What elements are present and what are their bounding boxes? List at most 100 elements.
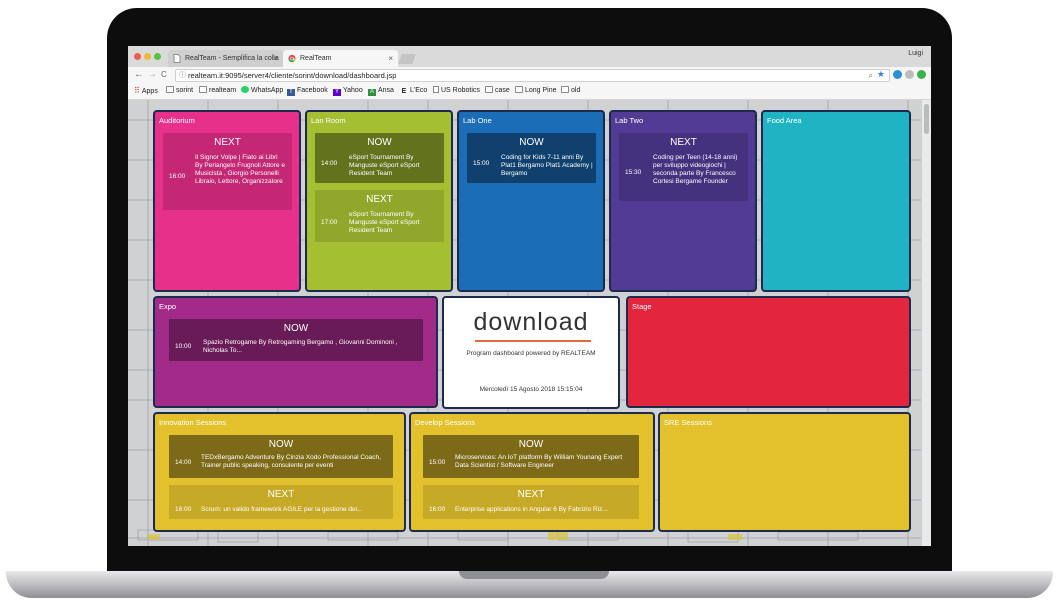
page-scrollbar[interactable] bbox=[921, 100, 931, 546]
new-tab-button[interactable] bbox=[398, 54, 416, 64]
current-datetime: Mercoledì 15 Agosto 2018 15:15:04 bbox=[479, 386, 583, 393]
folder-icon bbox=[485, 86, 493, 93]
session-time: 10:00 bbox=[175, 343, 192, 350]
chrome-icon bbox=[288, 54, 296, 63]
session-title: Microservices: An IoT platform By Willia… bbox=[455, 454, 623, 469]
room-lan-room: Lan Room NOW 14:00 eSport Tournament By … bbox=[305, 110, 453, 292]
session-status: NEXT bbox=[517, 489, 545, 500]
bookmark-facebook[interactable]: f Facebook bbox=[287, 86, 328, 96]
bookmark-label: L'Eco bbox=[410, 87, 428, 94]
bookmark-whatsapp[interactable]: WhatsApp bbox=[241, 86, 283, 96]
session-card[interactable]: NOW 14:00 eSport Tournament By Manguste … bbox=[315, 133, 444, 183]
bookmark-label: realteam bbox=[209, 87, 237, 94]
bookmark-label: old bbox=[571, 87, 581, 94]
bookmark-label: case bbox=[495, 87, 510, 94]
session-title: Coding for Kids 7-11 anni By Plat1 Berga… bbox=[501, 154, 593, 177]
apps-icon: ⠿ bbox=[134, 86, 140, 95]
folder-icon bbox=[561, 86, 569, 93]
close-tab-icon[interactable]: × bbox=[273, 50, 278, 67]
bookmark-old[interactable]: old bbox=[561, 86, 580, 96]
minimize-window-button[interactable] bbox=[144, 53, 151, 60]
bookmark-yahoo[interactable]: Y Yahoo bbox=[333, 86, 363, 96]
bookmark-leco[interactable]: E L'Eco bbox=[400, 86, 428, 96]
bookmark-us-robotics[interactable]: US Robotics bbox=[433, 86, 480, 96]
room-title: Auditorium bbox=[159, 116, 195, 125]
session-title: TEDxBergamo Adventure By Cinzia Xodo Pro… bbox=[201, 454, 381, 469]
room-lab-one: Lab One NOW 15:00 Coding for Kids 7-11 a… bbox=[457, 110, 605, 292]
session-title: Scrum: un valido framework AGILE per la … bbox=[201, 506, 363, 513]
extension-icon[interactable] bbox=[917, 70, 926, 79]
session-card[interactable]: NOW 15:00 Microservices: An IoT platform… bbox=[423, 435, 639, 478]
extension-icon[interactable] bbox=[893, 70, 902, 79]
tab-realteam[interactable]: RealTeam × bbox=[283, 50, 398, 67]
session-title: eSport Tournament By Manguste eSport eSp… bbox=[349, 154, 420, 177]
bookmark-ansa[interactable]: A Ansa bbox=[368, 86, 394, 96]
session-card[interactable]: NOW 14:00 TEDxBergamo Adventure By Cinzi… bbox=[169, 435, 393, 478]
room-stage: Stage bbox=[626, 296, 911, 408]
whatsapp-icon bbox=[241, 86, 249, 93]
session-card[interactable]: NEXT 16:00 Enterprise applications in An… bbox=[423, 485, 639, 519]
room-title: Lab Two bbox=[615, 116, 644, 125]
folder-icon bbox=[515, 86, 523, 93]
scrollbar-thumb[interactable] bbox=[924, 104, 929, 134]
session-card[interactable]: NOW 10:00 Spazio Retrogame By Retrogamin… bbox=[169, 319, 423, 361]
bookmark-label: WhatsApp bbox=[251, 87, 284, 94]
zoom-icon[interactable]: ⌕ bbox=[869, 70, 873, 81]
info-icon[interactable]: ⓘ bbox=[179, 70, 186, 81]
bookmark-star-icon[interactable]: ★ bbox=[877, 69, 885, 80]
room-title: Expo bbox=[159, 302, 177, 311]
bookmark-long-pine[interactable]: Long Pine bbox=[515, 86, 557, 96]
session-title: eSport Tournament By Manguste eSport eSp… bbox=[349, 211, 420, 234]
session-status: NOW bbox=[283, 323, 309, 334]
download-branding-panel: download Program dashboard powered by RE… bbox=[442, 296, 620, 409]
laptop-notch bbox=[459, 571, 609, 579]
room-develop-sessions: Develop Sessions NOW 15:00 Microservices… bbox=[409, 412, 655, 532]
session-status: NEXT bbox=[366, 194, 393, 205]
session-status: NOW bbox=[268, 439, 294, 450]
dashboard-page: Auditorium NEXT 16:00 Il Signor Volpe | … bbox=[128, 100, 931, 546]
room-title: Lab One bbox=[463, 116, 492, 125]
page-icon bbox=[173, 54, 181, 63]
powered-by-caption: Program dashboard powered by REALTEAM bbox=[466, 350, 596, 357]
bookmark-realteam[interactable]: realteam bbox=[199, 86, 236, 96]
address-bar-row: ← → C ⓘ realteam.it:9095/server4/cliente… bbox=[128, 67, 931, 84]
session-status: NEXT bbox=[670, 137, 697, 148]
forward-button[interactable]: → bbox=[147, 69, 157, 81]
bookmark-label: Long Pine bbox=[525, 87, 557, 94]
session-card[interactable]: NEXT 16:00 Il Signor Volpe | Fiato ai Li… bbox=[163, 133, 292, 210]
room-title: SRE Sessions bbox=[664, 418, 712, 427]
page-icon bbox=[433, 86, 439, 93]
tab-bar: RealTeam - Semplifica la colla × RealTea… bbox=[128, 46, 931, 67]
bookmark-sorint[interactable]: sorint bbox=[166, 86, 193, 96]
bookmark-label: Apps bbox=[141, 88, 158, 95]
session-status: NEXT bbox=[267, 489, 295, 500]
url-input[interactable]: ⓘ realteam.it:9095/server4/cliente/sorin… bbox=[175, 69, 890, 82]
session-time: 15:00 bbox=[429, 459, 446, 466]
profile-name[interactable]: Luigi bbox=[908, 50, 923, 57]
close-window-button[interactable] bbox=[134, 53, 141, 60]
maximize-window-button[interactable] bbox=[154, 53, 161, 60]
close-tab-icon[interactable]: × bbox=[388, 50, 393, 67]
session-status: NOW bbox=[519, 137, 544, 148]
session-card[interactable]: NEXT 17:00 eSport Tournament By Manguste… bbox=[315, 190, 444, 242]
bookmark-label: Ansa bbox=[378, 87, 394, 94]
bookmark-apps[interactable]: ⠿ Apps bbox=[134, 86, 158, 97]
room-auditorium: Auditorium NEXT 16:00 Il Signor Volpe | … bbox=[153, 110, 301, 292]
session-status: NOW bbox=[367, 137, 392, 148]
room-title: Innovation Sessions bbox=[159, 418, 227, 427]
yahoo-icon: Y bbox=[333, 89, 341, 96]
bookmark-label: Facebook bbox=[297, 87, 328, 94]
session-time: 15:00 bbox=[473, 160, 490, 167]
bookmark-case[interactable]: case bbox=[485, 86, 510, 96]
tab-realteam-semplifica[interactable]: RealTeam - Semplifica la colla × bbox=[168, 50, 283, 67]
session-card[interactable]: NEXT 16:00 Scrum: un valido framework AG… bbox=[169, 485, 393, 519]
extension-icon[interactable] bbox=[905, 70, 914, 79]
room-title: Develop Sessions bbox=[415, 418, 476, 427]
back-button[interactable]: ← bbox=[134, 69, 144, 81]
session-card[interactable]: NEXT 15:30 Coding per Teen (14-18 anni) … bbox=[619, 133, 748, 201]
session-card[interactable]: NOW 15:00 Coding for Kids 7-11 anni By P… bbox=[467, 133, 596, 183]
reload-button[interactable]: C bbox=[161, 69, 167, 81]
session-time: 14:00 bbox=[321, 160, 338, 167]
download-logo: download bbox=[473, 308, 589, 336]
session-status: NEXT bbox=[214, 137, 241, 148]
